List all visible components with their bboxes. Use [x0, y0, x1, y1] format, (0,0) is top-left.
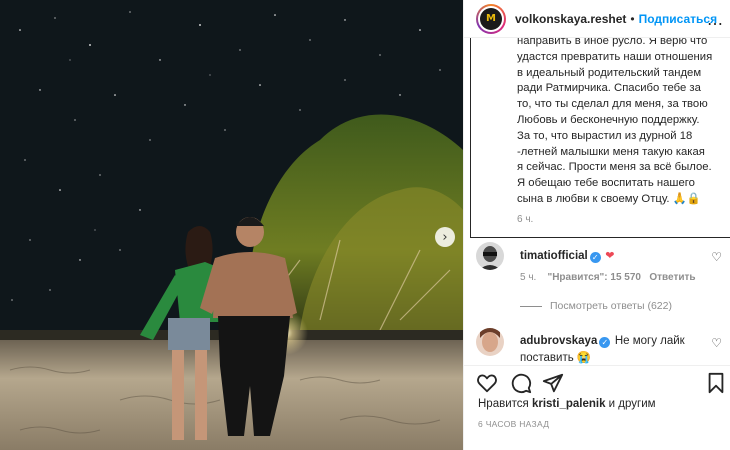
comment-item: adubrovskaya ✓ Не могу лайк поставить 😭 ♡	[476, 328, 726, 364]
post-photo[interactable]: ›	[0, 0, 463, 450]
comment-text-line: Не могу лайк	[614, 335, 685, 347]
caption-line: сына в любви к своему Отцу. 🙏🔒	[517, 192, 701, 205]
commenter-username[interactable]: timatiofficial	[520, 250, 588, 262]
likes-suffix: и другим	[608, 398, 656, 410]
commenter-username[interactable]: adubrovskaya	[520, 335, 597, 347]
next-image-arrow-icon[interactable]: ›	[435, 227, 455, 247]
author-username[interactable]: volkonskaya.reshet	[515, 12, 626, 26]
follow-button[interactable]: Подписаться	[639, 12, 717, 26]
post-actions-bar	[464, 365, 730, 399]
comment-item: timatiofficial ✓ ❤ ♡ 5 ч. "Нравится": 15 …	[476, 242, 726, 302]
view-replies-label: Посмотреть ответы (622)	[550, 300, 672, 312]
post-side-panel: M volkonskaya.reshet • Подписаться … нап…	[463, 0, 730, 450]
caption-container: направить в иное русло. Я верю что удаст…	[470, 38, 730, 238]
comment-likes-count[interactable]: "Нравится": 15 570	[547, 272, 641, 283]
post-caption: направить в иное русло. Я верю что удаст…	[517, 38, 717, 208]
author-avatar[interactable]: M	[476, 3, 506, 34]
caption-line: в идеальный родительский тандем	[517, 66, 702, 79]
post-timestamp[interactable]: 6 ЧАСОВ НАЗАД	[478, 419, 549, 429]
view-replies-button[interactable]: Посмотреть ответы (622)	[520, 300, 672, 312]
share-send-icon[interactable]	[542, 372, 564, 394]
replies-divider-line	[520, 305, 542, 307]
more-options-icon[interactable]: …	[707, 10, 723, 29]
caption-line: то, что ты сделал для меня, за твою	[517, 98, 708, 111]
caption-line: направить в иное русло. Я верю что	[517, 38, 708, 47]
comment-text: ❤	[605, 249, 615, 262]
caption-line: Я обещаю тебе воспитать нашего	[517, 177, 695, 190]
comment-bubble-icon[interactable]	[510, 372, 532, 394]
night-beach-scene	[0, 0, 463, 450]
comment-like-heart-icon[interactable]: ♡	[711, 336, 722, 350]
reply-button[interactable]: Ответить	[649, 272, 695, 283]
commenter-avatar[interactable]	[476, 328, 504, 356]
caption-line: -летней малышки меня такую какая	[517, 145, 705, 158]
verified-badge-icon: ✓	[589, 252, 601, 263]
caption-line: За то, что вырастил из дурной 18	[517, 129, 693, 142]
commenter-avatar[interactable]	[476, 242, 504, 270]
comment-time[interactable]: 5 ч.	[520, 272, 536, 283]
likes-user[interactable]: kristi_palenik	[532, 398, 606, 410]
crown-logo-icon: M	[486, 13, 496, 24]
caption-timestamp[interactable]: 6 ч.	[517, 214, 533, 225]
comment-like-heart-icon[interactable]: ♡	[711, 250, 722, 264]
comment-text-line: поставить 😭	[520, 352, 592, 364]
verified-badge-icon: ✓	[599, 337, 611, 348]
save-bookmark-icon[interactable]	[706, 372, 726, 394]
caption-line: удастся превратить наши отношения	[517, 50, 713, 63]
post-header: M volkonskaya.reshet • Подписаться …	[464, 0, 730, 38]
caption-line: ради Ратмирчика. Спасибо тебе за	[517, 82, 701, 95]
caption-line: Любовь и бесконечную поддержку.	[517, 113, 700, 126]
separator-dot: •	[630, 11, 635, 26]
comment-meta: 5 ч. "Нравится": 15 570 Ответить	[520, 272, 696, 283]
like-heart-icon[interactable]	[476, 372, 498, 394]
likes-summary[interactable]: Нравится kristi_palenik и другим	[478, 398, 656, 410]
likes-prefix: Нравится	[478, 398, 529, 410]
caption-line: я сейчас. Прости меня за всё былое.	[517, 161, 712, 174]
